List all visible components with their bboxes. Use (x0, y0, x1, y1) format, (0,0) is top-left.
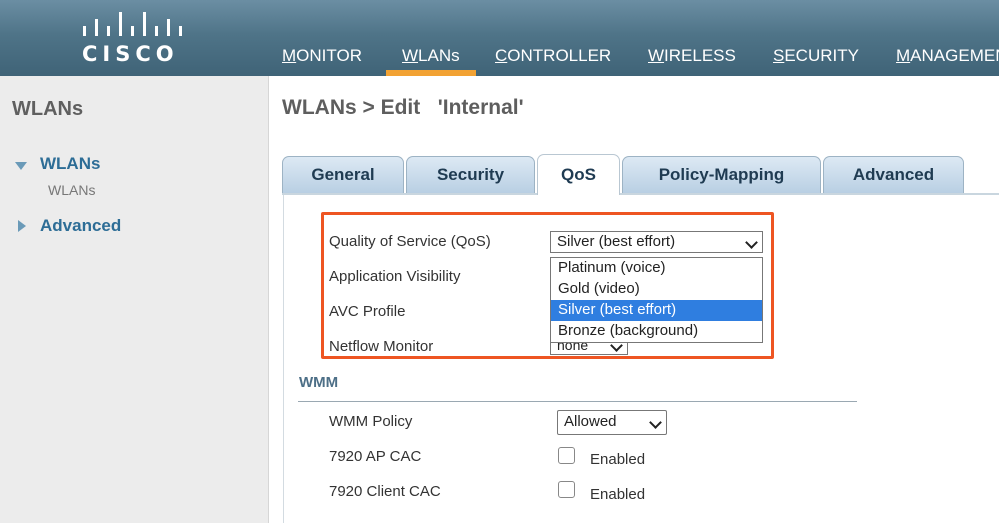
tab-policy-mapping[interactable]: Policy-Mapping (622, 156, 821, 193)
wmm-section-title: WMM (299, 374, 339, 391)
tab-advanced[interactable]: Advanced (823, 156, 964, 193)
nav-wireless-accesskey: W (648, 46, 665, 65)
nav-management-accesskey: M (896, 46, 911, 65)
wmm-policy-label: WMM Policy (329, 413, 413, 430)
nav-management-label: ANAGEMEN (910, 46, 999, 65)
sidebar-subitem-wlans[interactable]: WLANs (48, 182, 95, 198)
client-cac-label: 7920 Client CAC (329, 483, 441, 500)
tab-qos[interactable]: QoS (537, 154, 620, 195)
expanded-triangle-icon[interactable] (15, 162, 27, 170)
nav-controller-accesskey: C (495, 46, 508, 65)
cisco-logo: CISCO (78, 12, 188, 70)
tab-general[interactable]: General (282, 156, 404, 193)
tab-security[interactable]: Security (406, 156, 535, 193)
ap-cac-checkbox[interactable] (558, 447, 575, 464)
chevron-down-icon (649, 416, 662, 429)
page-title: WLANs > Edit 'Internal' (282, 96, 524, 119)
ap-cac-label: 7920 AP CAC (329, 448, 422, 465)
collapsed-triangle-icon[interactable] (18, 220, 26, 232)
nav-controller-label: ONTROLLER (507, 46, 612, 65)
client-cac-enabled-label: Enabled (590, 486, 646, 503)
nav-controller[interactable]: CONTROLLER (493, 42, 613, 76)
nav-monitor[interactable]: MONITOR (280, 42, 364, 76)
ap-cac-enabled-label: Enabled (590, 451, 646, 468)
highlight-box (321, 212, 774, 359)
nav-wlans[interactable]: WLANs (386, 42, 476, 76)
cisco-bars-icon (83, 12, 182, 36)
nav-wireless[interactable]: WIRELESS (646, 42, 738, 76)
nav-wlans-label: LANs (418, 46, 460, 65)
wmm-policy-value: Allowed (564, 413, 617, 430)
sidebar-item-advanced[interactable]: Advanced (40, 216, 121, 236)
wmm-policy-select[interactable]: Allowed (557, 410, 667, 435)
sidebar: WLANs WLANs WLANs Advanced (0, 76, 269, 523)
top-header: CISCO MONITOR WLANs CONTROLLER WIRELESS … (0, 0, 999, 76)
nav-monitor-label: ONITOR (296, 46, 362, 65)
nav-wireless-label: IRELESS (664, 46, 736, 65)
nav-management[interactable]: MANAGEMEN (894, 42, 999, 76)
nav-security-label: ECURITY (784, 46, 859, 65)
wmm-section-divider (298, 401, 857, 402)
cisco-wordmark: CISCO (82, 42, 179, 66)
nav-monitor-accesskey: M (282, 46, 297, 65)
client-cac-checkbox[interactable] (558, 481, 575, 498)
sidebar-item-wlans[interactable]: WLANs (40, 154, 100, 174)
sidebar-title: WLANs (12, 98, 84, 120)
nav-security[interactable]: SECURITY (771, 42, 861, 76)
nav-wlans-accesskey: W (402, 46, 419, 65)
nav-security-accesskey: S (773, 46, 785, 65)
